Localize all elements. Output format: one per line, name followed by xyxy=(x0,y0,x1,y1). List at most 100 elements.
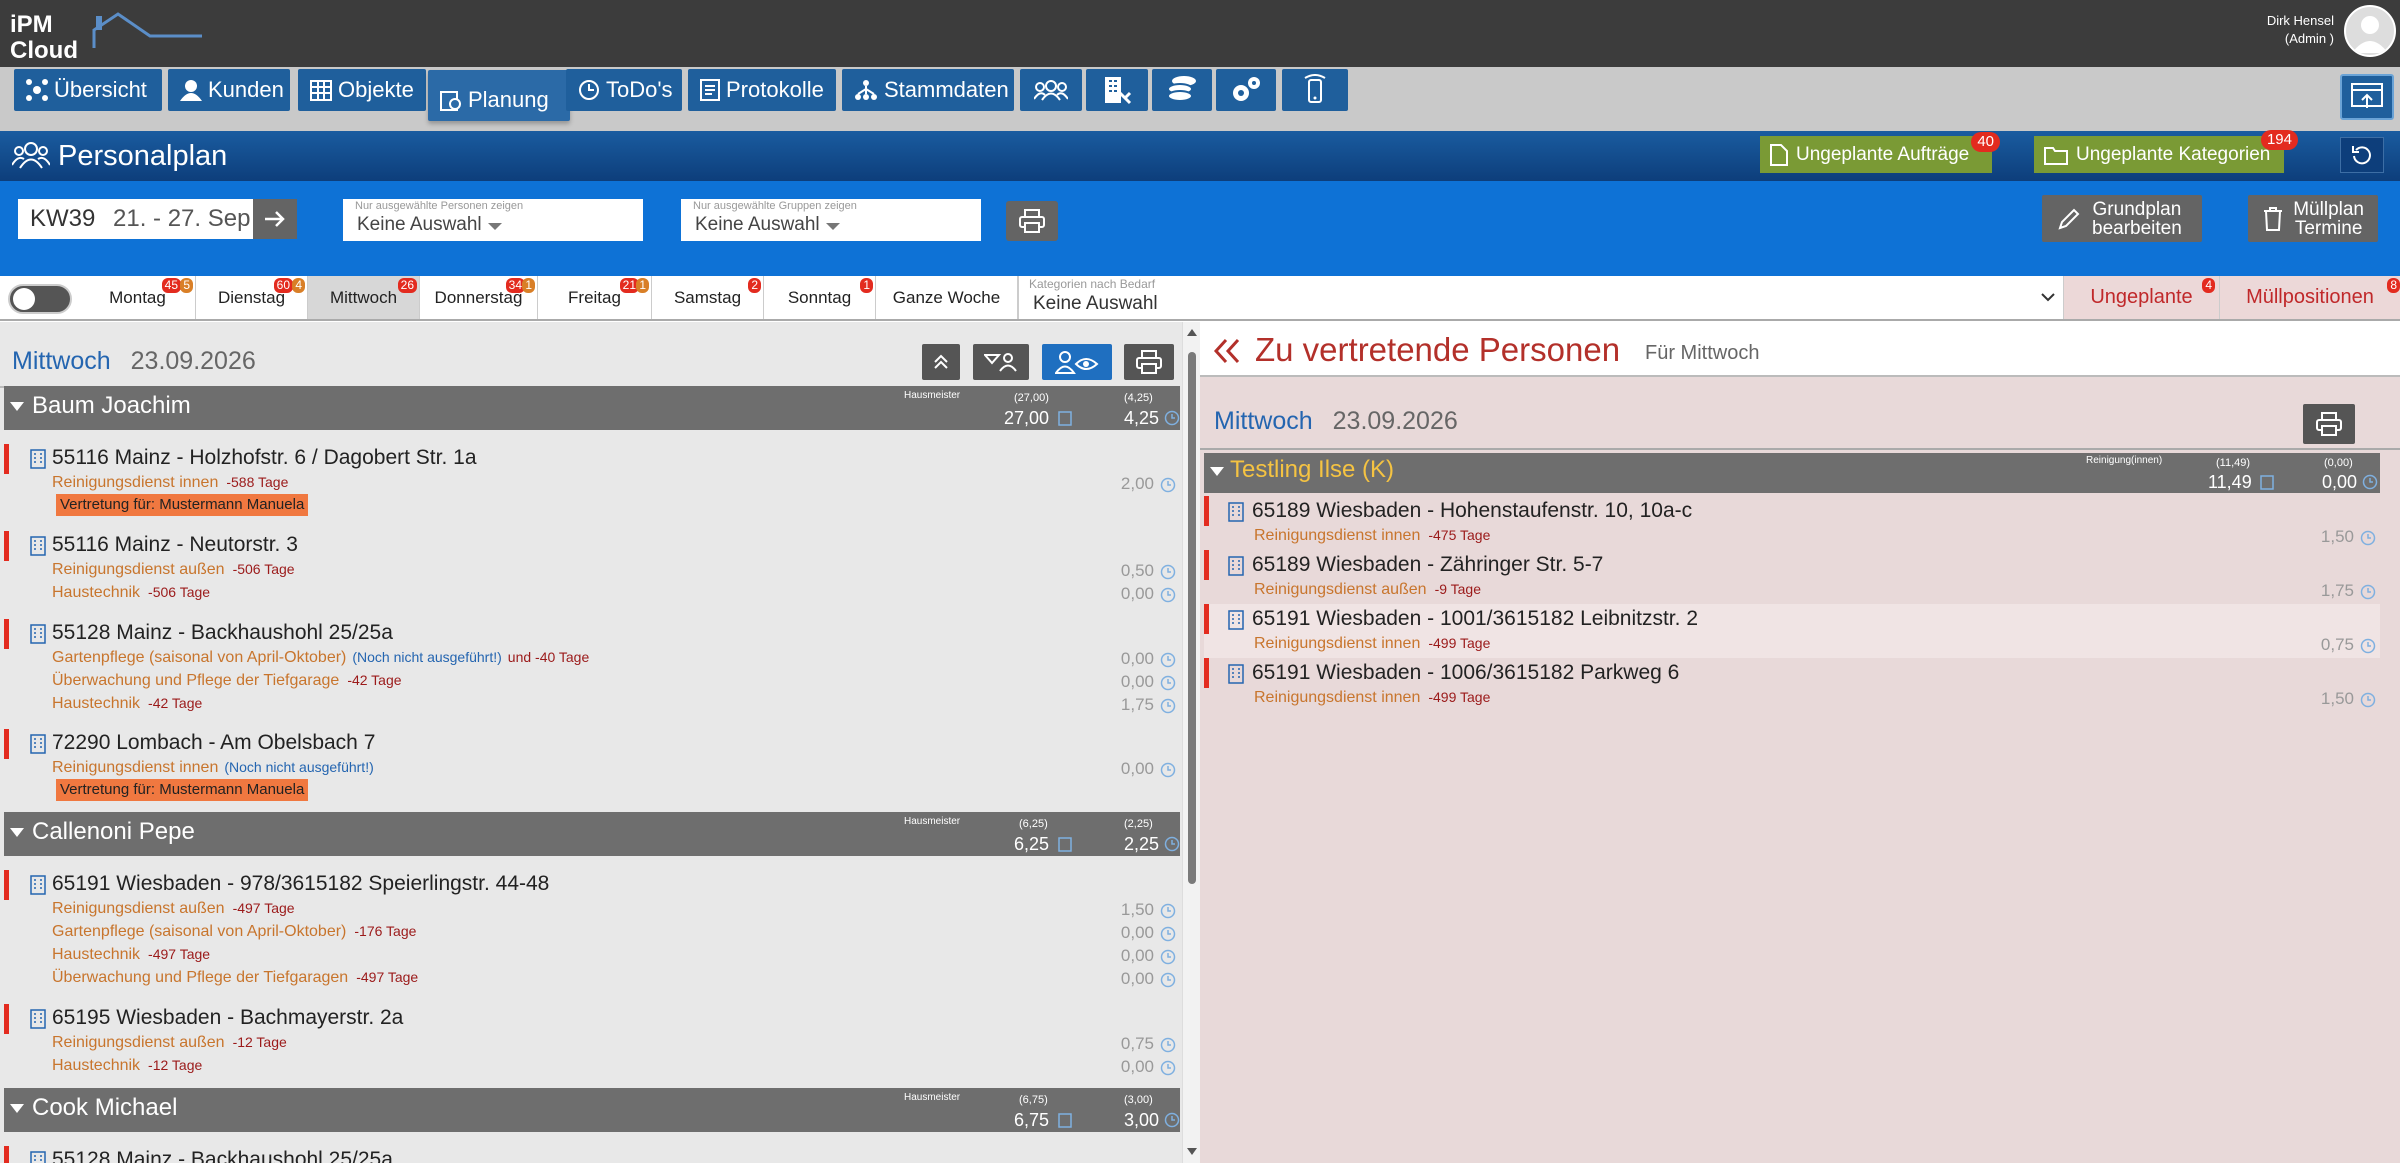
hours-value: 1,75 xyxy=(1120,695,1154,714)
clock-icon xyxy=(1160,477,1176,493)
avatar-user-icon xyxy=(2352,16,2388,53)
left-date: 23.09.2026 xyxy=(130,347,256,375)
nav-kunden[interactable]: Kunden xyxy=(168,69,290,111)
day-badge: 1 xyxy=(522,278,535,293)
screen-switch-button[interactable] xyxy=(2340,74,2394,120)
unplanned-categories-button[interactable]: Ungeplante Kategorien 194 xyxy=(2034,130,2298,173)
service-line[interactable]: Haustechnik -12 Tage xyxy=(52,1057,202,1075)
tab-mittwoch[interactable]: Mittwoch 26 xyxy=(308,276,420,319)
tab-donnerstag[interactable]: Donnerstag 34 1 xyxy=(420,276,538,319)
collapse-all-button[interactable] xyxy=(922,344,960,380)
persons-filter-select[interactable]: Nur ausgewählte Personen zeigen Keine Au… xyxy=(343,199,643,241)
nav-planung[interactable]: Planung xyxy=(428,70,570,121)
nav-stammdaten[interactable]: Stammdaten xyxy=(842,69,1014,111)
tab-ungeplante[interactable]: Ungeplante 4 xyxy=(2063,276,2219,319)
nav-building-button[interactable] xyxy=(1086,69,1148,111)
service-line[interactable]: Haustechnik -497 Tage xyxy=(52,946,210,964)
person-name: Testling Ilse (K) xyxy=(1230,456,1395,483)
right-print-button[interactable] xyxy=(2303,404,2355,444)
week-selector[interactable]: KW39 21. - 27. Sep xyxy=(18,199,253,239)
next-week-button[interactable] xyxy=(253,199,297,239)
planned-sum: (27,00) xyxy=(1014,392,1049,404)
service-line[interactable]: Überwachung und Pflege der Tiefgaragen -4… xyxy=(52,969,418,987)
left-print-button[interactable] xyxy=(1124,344,1174,380)
building-icon xyxy=(30,1009,46,1029)
service-line[interactable]: Reinigungsdienst innen -588 Tage xyxy=(52,474,288,492)
undo-icon xyxy=(2352,146,2371,165)
nav-protokolle[interactable]: Protokolle xyxy=(688,69,836,111)
logo-roof-icon xyxy=(92,12,202,48)
clock-icon xyxy=(1160,698,1176,714)
clock-icon xyxy=(2362,474,2378,490)
right-day: Mittwoch xyxy=(1214,407,1313,435)
person-group-header[interactable]: Callenoni Pepe Hausmeister (6,25) 6,25 (… xyxy=(4,812,1180,856)
avatar[interactable] xyxy=(2344,5,2396,57)
filter-person-button[interactable] xyxy=(973,344,1029,380)
nav-coins-button[interactable] xyxy=(1152,69,1212,111)
left-scrollbar[interactable] xyxy=(1182,322,1200,1163)
tab-samstag[interactable]: Samstag 2 xyxy=(652,276,764,319)
service-line[interactable]: Gartenpflege (saisonal von April-Oktober… xyxy=(52,649,589,667)
actual-sum: (4,25) xyxy=(1124,392,1153,404)
groups-filter-value: Keine Auswahl xyxy=(695,214,820,235)
nav-todos[interactable]: ToDo's xyxy=(566,69,682,111)
planned-value: 6,75 xyxy=(1014,1110,1050,1130)
page-title: Personalplan xyxy=(58,140,228,172)
user-info[interactable]: Dirk Hensel (Admin ) xyxy=(2267,12,2334,48)
scrollbar-thumb[interactable] xyxy=(1188,352,1196,884)
toggle-knob xyxy=(13,288,35,310)
service-line[interactable]: Gartenpflege (saisonal von April-Oktober… xyxy=(52,923,416,941)
person-group-header[interactable]: Baum Joachim Hausmeister (27,00) 27,00 (… xyxy=(4,386,1180,430)
folder-icon xyxy=(2044,146,2068,165)
calendar-icon xyxy=(1058,411,1072,426)
service-line[interactable]: Überwachung und Pflege der Tiefgarage -42… xyxy=(52,672,402,690)
days-overdue: -499 Tage xyxy=(1428,635,1491,651)
building-icon xyxy=(30,875,46,895)
tab-muell-label: Müllpositionen xyxy=(2246,286,2374,308)
print-button[interactable] xyxy=(1006,201,1058,241)
categories-value: Keine Auswahl xyxy=(1033,293,1158,314)
tab-freitag[interactable]: Freitag 21 1 xyxy=(538,276,652,319)
caret-down-icon xyxy=(488,223,502,230)
service-line[interactable]: Haustechnik -42 Tage xyxy=(52,695,202,713)
service-line[interactable]: Reinigungsdienst außen -506 Tage xyxy=(52,561,295,579)
planned-value: 11,49 xyxy=(2208,472,2252,492)
view-toggle[interactable] xyxy=(8,284,72,314)
person-name: Callenoni Pepe xyxy=(32,818,195,845)
service-line[interactable]: Reinigungsdienst außen -12 Tage xyxy=(52,1034,287,1052)
nav-mobile-button[interactable] xyxy=(1282,69,1348,111)
substitution-object[interactable]: 65189 Wiesbaden - Hohenstaufenstr. 10, 1… xyxy=(1204,496,2380,550)
groups-filter-select[interactable]: Nur ausgewählte Gruppen zeigen Keine Aus… xyxy=(681,199,981,241)
object-title: 65191 Wiesbaden - 1006/3615182 Parkweg 6 xyxy=(1252,661,1680,684)
nav-settings-button[interactable] xyxy=(1216,69,1276,111)
nav-objekte[interactable]: Objekte xyxy=(298,69,426,111)
service-name: Überwachung und Pflege der Tiefgaragen xyxy=(52,969,349,986)
substitution-object[interactable]: 65191 Wiesbaden - 1001/3615182 Leibnitzs… xyxy=(1204,604,2380,658)
view-person-button[interactable] xyxy=(1042,344,1112,380)
muellplan-button[interactable]: Müllplan Termine xyxy=(2248,195,2378,242)
clock-icon xyxy=(1164,1112,1180,1128)
nav-users-button[interactable] xyxy=(1020,69,1082,111)
tab-muellpositionen[interactable]: Müllpositionen 8 xyxy=(2219,276,2400,319)
tab-dienstag[interactable]: Dienstag 60 4 xyxy=(196,276,308,319)
tab-ganze-woche[interactable]: Ganze Woche xyxy=(876,276,1018,319)
user-name: Dirk Hensel xyxy=(2266,13,2334,28)
substitution-object[interactable]: 65189 Wiesbaden - Zähringer Str. 5-7 Rei… xyxy=(1204,550,2380,604)
person-group-header[interactable]: Testling Ilse (K) Reinigung(innen) (11,4… xyxy=(1204,453,2380,493)
person-group-header[interactable]: Cook Michael Hausmeister (6,75) 6,75 (3,… xyxy=(4,1088,1180,1132)
tab-montag[interactable]: Montag 45 5 xyxy=(80,276,196,319)
service-line[interactable]: Haustechnik -506 Tage xyxy=(52,584,210,602)
edit-grundplan-button[interactable]: Grundplan bearbeiten xyxy=(2042,195,2202,242)
printer-icon xyxy=(2316,412,2342,436)
app-logo[interactable]: iPM Cloud xyxy=(6,8,206,64)
service-line[interactable]: Reinigungsdienst außen -497 Tage xyxy=(52,900,295,918)
double-chevron-left-icon[interactable] xyxy=(1212,336,1242,366)
categories-select[interactable]: Kategorien nach Bedarf Keine Auswahl xyxy=(1018,276,2063,319)
service-line[interactable]: Reinigungsdienst innen (Noch nicht ausgef… xyxy=(52,759,374,777)
unplanned-orders-button[interactable]: Ungeplante Aufträge 40 xyxy=(1760,132,2000,173)
tab-sonntag[interactable]: Sonntag 1 xyxy=(764,276,876,319)
reload-button[interactable] xyxy=(2340,137,2384,173)
nav-uebersicht[interactable]: Übersicht xyxy=(14,69,162,111)
user-eye-icon xyxy=(1055,351,1099,374)
substitution-object[interactable]: 65191 Wiesbaden - 1006/3615182 Parkweg 6… xyxy=(1204,658,2380,712)
